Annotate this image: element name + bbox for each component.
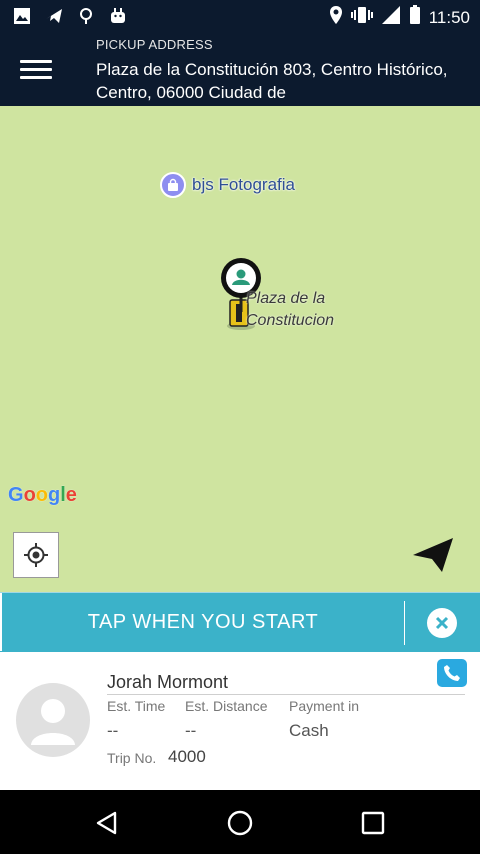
signal-icon bbox=[381, 5, 401, 30]
status-time: 11:50 bbox=[428, 7, 470, 27]
airplane-icon bbox=[44, 6, 64, 26]
map-view[interactable]: bjs Fotografia Plaza de la Constitucion … bbox=[0, 106, 480, 592]
call-button[interactable] bbox=[437, 659, 467, 687]
divider bbox=[107, 694, 465, 695]
shopping-bag-icon bbox=[160, 172, 186, 198]
google-logo: Google bbox=[8, 484, 77, 506]
android-icon bbox=[108, 6, 128, 26]
start-bar-divider bbox=[404, 601, 405, 645]
menu-icon[interactable] bbox=[20, 54, 52, 84]
navigate-button[interactable] bbox=[412, 536, 454, 574]
recents-icon bbox=[361, 811, 385, 835]
start-bar: TAP WHEN YOU START bbox=[0, 592, 480, 652]
tap-when-you-start-button[interactable]: TAP WHEN YOU START bbox=[0, 593, 404, 651]
pickup-header: PICKUP ADDRESS Plaza de la Constitución … bbox=[0, 32, 480, 106]
vibrate-icon bbox=[350, 5, 373, 30]
place-label-line2: Constitucion bbox=[246, 312, 335, 329]
photo-icon bbox=[12, 6, 32, 26]
pin-icon bbox=[76, 6, 96, 26]
trip-number-value: 4000 bbox=[168, 747, 206, 766]
map-poi[interactable]: bjs Fotografia bbox=[160, 172, 295, 198]
back-button[interactable] bbox=[92, 808, 122, 838]
est-distance-label: Est. Distance bbox=[185, 698, 268, 714]
payment-value: Cash bbox=[289, 721, 329, 740]
home-button[interactable] bbox=[225, 808, 255, 838]
phone-icon bbox=[444, 665, 460, 681]
close-icon bbox=[435, 616, 449, 630]
pickup-address-value[interactable]: Plaza de la Constitución 803, Centro His… bbox=[96, 58, 466, 104]
recents-button[interactable] bbox=[358, 808, 388, 838]
pickup-address-label: PICKUP ADDRESS bbox=[96, 37, 213, 52]
location-icon bbox=[329, 5, 343, 30]
trip-number-label: Trip No. bbox=[107, 750, 157, 766]
est-distance-value: -- bbox=[185, 721, 197, 740]
crosshair-icon bbox=[24, 543, 48, 567]
trip-info-card: Jorah Mormont Est. Time -- Est. Distance… bbox=[0, 652, 480, 790]
driver-name: Jorah Mormont bbox=[107, 672, 229, 692]
place-label-line1: Plaza de la bbox=[246, 290, 326, 307]
person-icon bbox=[31, 699, 75, 745]
driver-avatar bbox=[16, 683, 90, 757]
send-icon bbox=[413, 538, 453, 572]
system-nav-bar bbox=[0, 790, 480, 854]
back-icon bbox=[96, 811, 117, 835]
payment-label: Payment in bbox=[289, 698, 360, 714]
battery-icon bbox=[409, 5, 421, 30]
poi-label: bjs Fotografia bbox=[192, 175, 295, 194]
status-bar: 11:50 bbox=[0, 0, 480, 32]
est-time-value: -- bbox=[107, 721, 119, 740]
est-time-label: Est. Time bbox=[107, 698, 166, 714]
cancel-button[interactable] bbox=[427, 608, 457, 638]
place-label: Plaza de la Constitucion bbox=[246, 288, 334, 332]
home-icon bbox=[227, 810, 253, 836]
my-location-button[interactable] bbox=[13, 532, 59, 578]
